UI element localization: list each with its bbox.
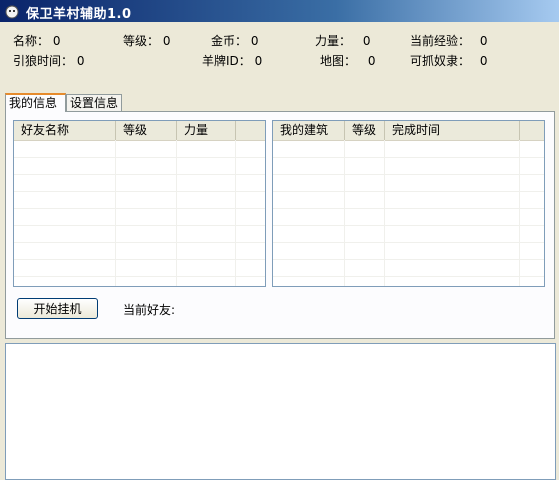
grid-line xyxy=(384,140,385,286)
level-value: 0 xyxy=(162,34,171,48)
grid-line xyxy=(14,225,265,226)
start-hangup-button[interactable]: 开始挂机 xyxy=(17,298,98,319)
grid-line xyxy=(14,191,265,192)
grid-line xyxy=(14,208,265,209)
badge-id-field: 羊牌ID： 0 xyxy=(202,52,262,69)
sheep-app-icon xyxy=(5,5,19,19)
catchable-label: 可抓奴隶： xyxy=(410,54,471,68)
current-friend-label: 当前好友: xyxy=(123,303,176,317)
gold-value: 0 xyxy=(250,34,259,48)
grid-line xyxy=(176,140,177,286)
column-header-finish-time[interactable]: 完成时间 xyxy=(385,121,520,140)
friends-list-header: 好友名称 等级 力量 xyxy=(14,121,265,141)
column-header-level[interactable]: 等级 xyxy=(345,121,385,140)
column-header-power[interactable]: 力量 xyxy=(177,121,236,140)
gold-label: 金币： xyxy=(211,34,248,48)
lure-time-label: 引狼时间： xyxy=(13,54,74,68)
name-value: 0 xyxy=(52,34,61,48)
grid-line xyxy=(14,157,265,158)
map-label: 地图： xyxy=(320,54,357,68)
grid-line xyxy=(235,140,236,286)
map-field: 地图： 0 xyxy=(320,52,375,69)
log-output[interactable] xyxy=(5,343,556,480)
name-label: 名称： xyxy=(13,34,50,48)
grid-line xyxy=(14,242,265,243)
grid-line xyxy=(273,225,544,226)
grid-line xyxy=(273,276,544,277)
tab-settings[interactable]: 设置信息 xyxy=(66,94,122,111)
lure-time-value: 0 xyxy=(76,54,85,68)
power-value: 0 xyxy=(362,34,371,48)
grid-line xyxy=(14,259,265,260)
grid-line xyxy=(519,140,520,286)
lure-time-field: 引狼时间： 0 xyxy=(13,52,84,69)
window-title: 保卫羊村辅助1.0 xyxy=(26,7,132,22)
name-field: 名称： 0 xyxy=(13,32,60,49)
catchable-field: 可抓奴隶： 0 xyxy=(410,52,487,69)
buildings-list[interactable]: 我的建筑 等级 完成时间 xyxy=(272,120,545,287)
level-field: 等级： 0 xyxy=(123,32,170,49)
grid-line xyxy=(273,242,544,243)
buildings-list-header: 我的建筑 等级 完成时间 xyxy=(273,121,544,141)
column-header-friend-name[interactable]: 好友名称 xyxy=(14,121,116,140)
exp-field: 当前经验： 0 xyxy=(410,32,487,49)
grid-line xyxy=(273,191,544,192)
grid-line xyxy=(273,174,544,175)
grid-line xyxy=(273,208,544,209)
grid-line xyxy=(273,259,544,260)
power-label: 力量： xyxy=(315,34,352,48)
grid-line xyxy=(115,140,116,286)
level-label: 等级： xyxy=(123,34,160,48)
map-value: 0 xyxy=(367,54,376,68)
column-header-building[interactable]: 我的建筑 xyxy=(273,121,345,140)
grid-line xyxy=(273,157,544,158)
badge-id-value: 0 xyxy=(254,54,263,68)
grid-line xyxy=(14,276,265,277)
grid-line xyxy=(344,140,345,286)
column-header-extra[interactable] xyxy=(236,121,265,140)
power-field: 力量： 0 xyxy=(315,32,370,49)
tab-my-info[interactable]: 我的信息 xyxy=(5,93,66,112)
exp-value: 0 xyxy=(479,34,488,48)
badge-id-label: 羊牌ID： xyxy=(202,54,251,68)
friends-list[interactable]: 好友名称 等级 力量 xyxy=(13,120,266,287)
gold-field: 金币： 0 xyxy=(211,32,258,49)
title-bar: 保卫羊村辅助1.0 xyxy=(0,0,559,22)
current-friend-field: 当前好友: xyxy=(123,301,175,318)
catchable-value: 0 xyxy=(479,54,488,68)
exp-label: 当前经验： xyxy=(410,34,471,48)
grid-line xyxy=(14,174,265,175)
column-header-level[interactable]: 等级 xyxy=(116,121,177,140)
